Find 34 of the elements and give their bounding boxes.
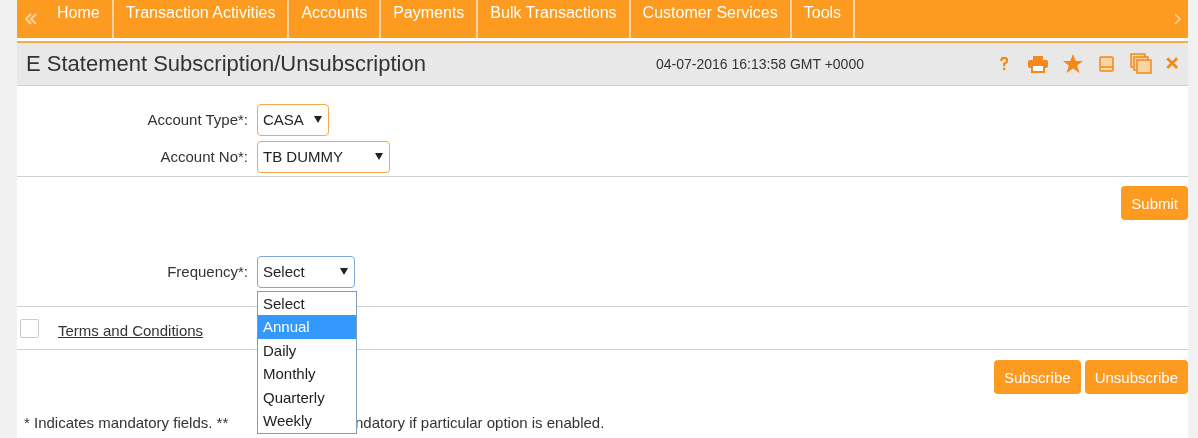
submit-button[interactable]: Submit — [1121, 186, 1188, 220]
caret-icon — [340, 268, 348, 275]
nav-menu-item[interactable]: Customer Services — [630, 0, 792, 38]
account-dropdown[interactable]: TB DUMMY — [257, 140, 390, 173]
star-icon[interactable] — [1062, 53, 1084, 75]
windows-icon[interactable] — [1130, 53, 1152, 75]
account-dropdown[interactable]: CASA — [257, 103, 329, 136]
terms-link[interactable]: Terms and Conditions — [58, 321, 204, 339]
dropdown-option[interactable]: Monthly — [258, 362, 356, 386]
field-label: Account Type*: — [146, 111, 249, 128]
scroll-left-icon[interactable] — [25, 12, 37, 26]
dropdown-option[interactable]: Weekly — [258, 409, 356, 433]
field-label: Account No*: — [159, 148, 249, 165]
field-label: Frequency*: — [166, 263, 249, 280]
dropdown-option[interactable]: Select — [258, 291, 356, 315]
checkbox[interactable] — [20, 318, 39, 338]
caret-icon — [314, 116, 322, 123]
caret-icon — [375, 153, 383, 160]
timestamp: 04-07-2016 16:13:58 GMT +0000 — [656, 56, 864, 72]
nav-menu-item[interactable]: Transaction Activities — [113, 0, 290, 38]
nav-menu-item[interactable]: Payments — [381, 0, 479, 38]
action-button[interactable]: Subscribe — [993, 360, 1081, 394]
dropdown-option[interactable]: Quarterly — [258, 385, 356, 409]
print-icon[interactable] — [1026, 53, 1050, 75]
nav-menu-item[interactable]: Home — [45, 0, 114, 38]
nav-menu-item[interactable]: Accounts — [289, 0, 382, 38]
nav-menu-item[interactable]: Tools — [791, 0, 856, 38]
nav-menu-item[interactable]: Bulk Transactions — [478, 0, 631, 38]
scroll-right-icon[interactable] — [1174, 12, 1182, 26]
footnote-text: * Indicates mandatory fields. ** — [23, 414, 230, 431]
page-title: E Statement Subscription/Unsubscription — [25, 51, 427, 77]
dropdown-option[interactable]: Daily — [258, 338, 356, 362]
action-button[interactable]: Unsubscribe — [1084, 360, 1188, 394]
dropdown-option[interactable]: Annual — [258, 315, 356, 339]
